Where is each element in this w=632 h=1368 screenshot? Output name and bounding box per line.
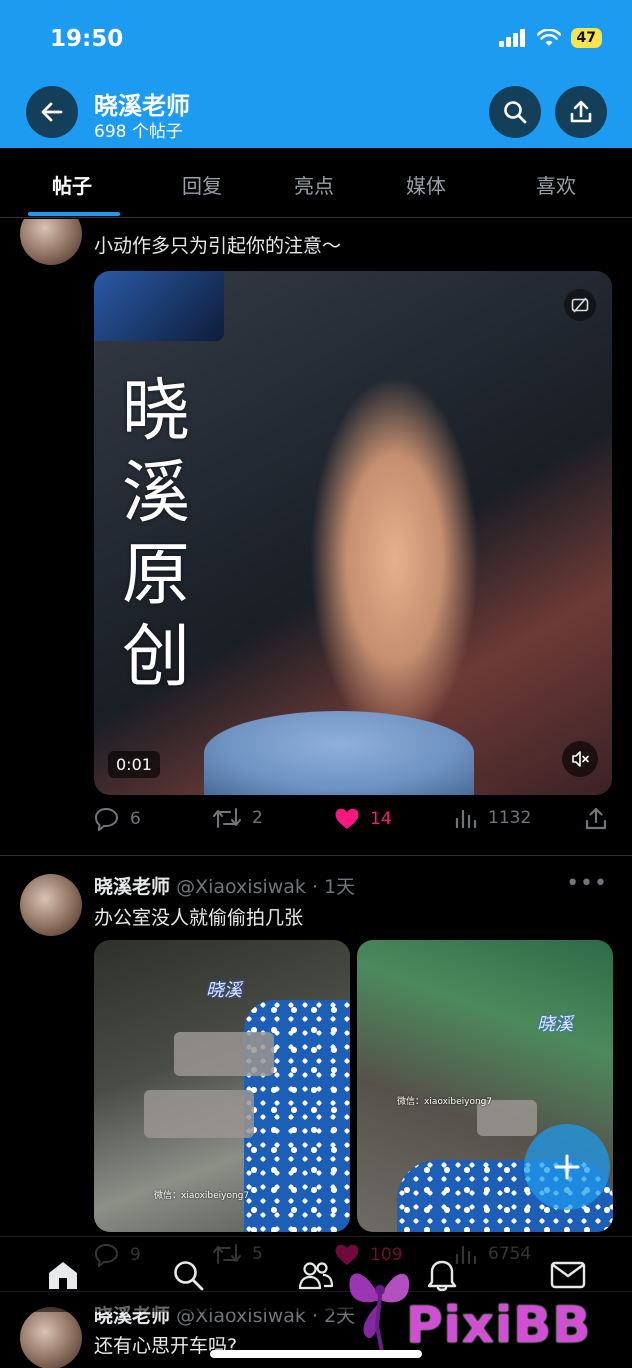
views-button[interactable]: 1132 [454,807,531,829]
people-icon [298,1262,334,1290]
status-icons: 47 [498,28,602,48]
search-button[interactable] [489,86,541,138]
car-display [94,271,224,341]
tab-media[interactable]: 媒体 [406,170,446,199]
tweet-actions: 6 2 14 1132 [94,807,612,837]
profile-header: 19:50 47 晓溪老师 698 个帖子 [0,0,632,148]
tweet-text: 小动作多只为引起你的注意～ [94,235,342,257]
nav-messages[interactable] [550,1257,586,1293]
share-profile-button[interactable] [555,86,607,138]
author-name[interactable]: 晓溪老师 [94,876,170,898]
tab-posts[interactable]: 帖子 [52,170,92,199]
reply-button[interactable]: 6 [94,807,141,831]
video-duration: 0:01 [108,751,160,778]
stocking-shape [144,1090,254,1138]
share-icon [585,807,607,830]
tab-highlights[interactable]: 亮点 [294,170,334,199]
photo-watermark: 晓溪 [206,980,242,1001]
like-button[interactable]: 14 [334,807,392,831]
share-icon [570,100,592,123]
views-count: 1132 [488,808,532,828]
tweet-time: · 1天 [311,876,356,898]
share-tweet-button[interactable] [584,807,608,831]
wifi-icon [536,29,561,46]
tweet-photo-1[interactable]: 晓溪 微信：xiaoxibeiyong7 [94,940,350,1232]
stocking-shape [174,1032,274,1076]
mute-button[interactable] [562,741,598,777]
like-count: 14 [370,809,392,829]
status-time: 19:50 [50,26,124,52]
post-count: 698 个帖子 [94,122,183,142]
reply-count: 6 [130,809,141,829]
tweet-header: 晓溪老师 @Xiaoxisiwak · 1天 [94,872,355,899]
captions-icon [571,297,589,313]
captions-button[interactable] [564,289,596,321]
views-icon [455,809,477,829]
tweet-text: 办公室没人就偷偷拍几张 [94,907,304,929]
profile-name: 晓溪老师 [94,92,190,120]
search-icon [504,101,527,124]
skirt-shape [204,711,474,795]
plus-icon [554,1154,580,1180]
tab-replies[interactable]: 回复 [182,170,222,199]
nav-communities[interactable] [298,1257,334,1293]
tweet-divider [0,855,632,856]
retweet-button[interactable]: 2 [212,807,263,829]
avatar[interactable] [20,1307,82,1368]
nav-home[interactable] [45,1257,81,1293]
tab-active-indicator [28,212,120,216]
mail-icon [550,1261,586,1289]
search-icon [174,1261,204,1291]
profile-tabs: 帖子 回复 亮点 媒体 喜欢 [0,148,632,218]
avatar[interactable] [20,874,82,936]
retweet-count: 2 [252,808,263,828]
nav-notifications[interactable] [424,1257,460,1293]
tweet-video[interactable]: 晓溪原创 0:01 [94,271,612,795]
avatar[interactable] [20,219,82,265]
signal-icon [498,29,525,47]
video-watermark: 晓溪原创 [122,372,191,697]
speaker-muted-icon [572,751,589,767]
battery-indicator: 47 [570,28,602,48]
bell-icon [427,1260,457,1292]
fairy-logo-icon [349,1273,410,1354]
photo-watermark-id: 微信：xiaoxibeiyong7 [397,1097,493,1107]
heart-icon [335,808,359,829]
retweet-icon [213,808,241,828]
reply-icon [95,808,118,831]
home-icon [49,1262,77,1289]
photo-watermark-id: 微信：xiaoxibeiyong7 [154,1191,250,1201]
nav-search[interactable] [170,1257,206,1293]
back-button[interactable] [26,86,78,138]
photo-watermark: 晓溪 [537,1014,573,1035]
back-icon [41,102,63,122]
site-watermark-logo: PixiBB [406,1296,592,1354]
more-options-icon[interactable]: ••• [566,871,608,896]
compose-button[interactable] [524,1124,610,1210]
author-handle[interactable]: @Xiaoxisiwak [176,876,306,898]
tab-likes[interactable]: 喜欢 [536,170,576,199]
home-indicator[interactable] [210,1350,422,1358]
